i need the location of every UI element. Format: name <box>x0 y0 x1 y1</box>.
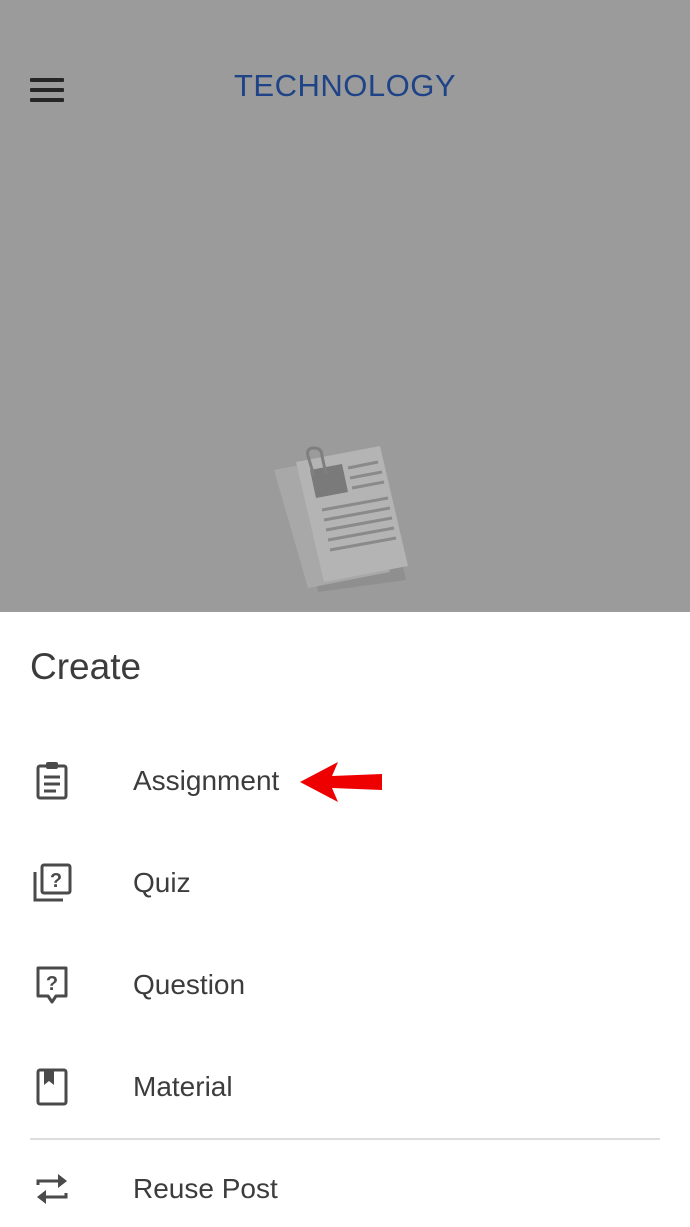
assignment-label: Assignment <box>133 765 280 796</box>
reuse-icon <box>30 1167 74 1211</box>
question-label: Question <box>133 969 246 1000</box>
quiz-label: Quiz <box>133 867 191 898</box>
create-quiz-item[interactable]: ? Quiz <box>0 838 690 928</box>
quiz-icon: ? <box>30 861 74 905</box>
documents-illustration <box>274 446 408 592</box>
sheet-title: Create <box>30 646 142 687</box>
material-label: Material <box>133 1071 233 1102</box>
material-icon <box>30 1065 74 1109</box>
divider <box>30 1138 660 1140</box>
dimmed-backdrop[interactable]: TECHNOLOGY <box>0 0 690 612</box>
reuse-post-label: Reuse Post <box>133 1173 278 1204</box>
create-question-item[interactable]: ? Question <box>0 940 690 1030</box>
svg-text:?: ? <box>50 870 62 892</box>
question-icon: ? <box>30 963 74 1007</box>
create-bottom-sheet: Create Assignment ? Quiz ? Question Mate… <box>0 612 690 1227</box>
svg-text:?: ? <box>46 973 58 995</box>
create-material-item[interactable]: Material <box>0 1042 690 1132</box>
screen: TECHNOLOGY Create Assignment ? Quiz ? Qu… <box>0 0 690 1227</box>
class-title: TECHNOLOGY <box>233 68 457 103</box>
annotation-arrow-icon <box>300 762 382 802</box>
assignment-icon <box>30 759 74 803</box>
reuse-post-item[interactable]: Reuse Post <box>0 1144 690 1227</box>
